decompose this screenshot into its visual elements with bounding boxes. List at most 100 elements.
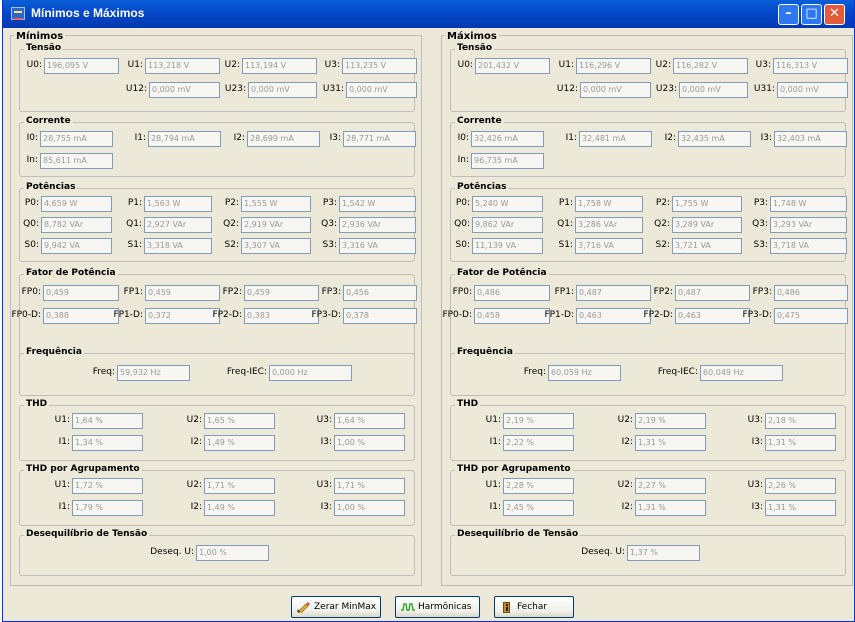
field-thdag-i2[interactable]: I2: 1,49 % — [191, 500, 275, 516]
field-i0[interactable]: I0: 28,755 mA — [27, 131, 113, 147]
field-freq-iec[interactable]: Freq-IEC: 0,000 Hz — [227, 365, 352, 381]
field-i1[interactable]: I1: 28,794 mA — [135, 131, 221, 147]
field-s0[interactable]: S0: 9,942 VA — [25, 238, 112, 254]
field-i2[interactable]: I2: 32,435 mA — [665, 131, 751, 147]
field-u3[interactable]: U3: 116,313 V — [756, 58, 848, 74]
field-value[interactable]: 32,403 mA — [774, 131, 847, 147]
field-value[interactable]: 1,00 % — [196, 545, 269, 561]
field-value[interactable]: 1,563 W — [144, 196, 212, 212]
field-thdag-u2[interactable]: U2: 1,71 % — [187, 478, 275, 494]
field-value[interactable]: 2,26 % — [765, 478, 836, 494]
field-value[interactable]: 2,27 % — [635, 478, 706, 494]
field-value[interactable]: 196,095 V — [44, 58, 119, 74]
field-thdag-u1[interactable]: U1: 2,28 % — [486, 478, 574, 494]
field-value[interactable]: 3,307 VA — [241, 238, 311, 254]
field-p1[interactable]: P1: 1,758 W — [559, 196, 643, 212]
field-fp0-d[interactable]: FP0-D: 0,458 — [442, 308, 550, 324]
field-freq-iec[interactable]: Freq-IEC: 60,049 Hz — [658, 365, 783, 381]
field-value[interactable]: 0,487 — [675, 285, 750, 301]
field-i3[interactable]: I3: 32,403 mA — [761, 131, 847, 147]
field-value[interactable]: 2,936 VAr — [339, 217, 416, 233]
close-button[interactable]: ✕ — [824, 4, 845, 25]
field-value[interactable]: 2,45 % — [503, 500, 574, 516]
field-thd-u1[interactable]: U1: 1,64 % — [55, 413, 143, 429]
field-u1[interactable]: U1: 116,296 V — [559, 58, 651, 74]
field-freq[interactable]: Freq: 60,059 Hz — [524, 365, 621, 381]
field-in[interactable]: In: 96,735 mA — [458, 153, 544, 169]
field-s1[interactable]: S1: 3,716 VA — [559, 238, 643, 254]
field-value[interactable]: 1,555 W — [241, 196, 311, 212]
field-value[interactable]: 1,65 % — [204, 413, 275, 429]
field-q2[interactable]: Q2: 2,919 VAr — [223, 217, 311, 233]
field-fp3[interactable]: FP3: 0,486 — [753, 285, 848, 301]
field-fp1[interactable]: FP1: 0,487 — [555, 285, 651, 301]
field-thdag-u3[interactable]: U3: 2,26 % — [748, 478, 836, 494]
field-value[interactable]: 3,286 VAr — [575, 217, 643, 233]
field-value[interactable]: 1,758 W — [575, 196, 643, 212]
field-value[interactable]: 28,794 mA — [148, 131, 221, 147]
title-bar[interactable]: Mínimos e Máximos – □ ✕ — [3, 0, 854, 28]
field-value[interactable]: 1,64 % — [334, 413, 405, 429]
field-i1[interactable]: I1: 32,481 mA — [566, 131, 652, 147]
field-value[interactable]: 1,64 % — [72, 413, 143, 429]
field-value[interactable]: 0,000 Hz — [269, 365, 352, 381]
field-thd-u2[interactable]: U2: 2,19 % — [618, 413, 706, 429]
field-value[interactable]: 2,22 % — [503, 435, 574, 451]
field-value[interactable]: 0,459 — [244, 285, 319, 301]
field-p2[interactable]: P2: 1,555 W — [225, 196, 311, 212]
field-value[interactable]: 0,372 — [145, 308, 220, 324]
field-value[interactable]: 0,378 — [343, 308, 417, 324]
field-value[interactable]: 1,31 % — [635, 435, 706, 451]
field-value[interactable]: 3,289 VAr — [672, 217, 742, 233]
field-value[interactable]: 32,426 mA — [471, 131, 544, 147]
field-fp3[interactable]: FP3: 0,456 — [322, 285, 417, 301]
field-value[interactable]: 32,481 mA — [579, 131, 652, 147]
field-i2[interactable]: I2: 28,699 mA — [234, 131, 320, 147]
field-p0[interactable]: P0: 4,659 W — [25, 196, 112, 212]
field-value[interactable]: 0,459 — [43, 285, 119, 301]
field-value[interactable]: 1,00 % — [334, 500, 405, 516]
field-value[interactable]: 0,458 — [474, 308, 550, 324]
field-value[interactable]: 9,942 VA — [41, 238, 112, 254]
field-fp0[interactable]: FP0: 0,459 — [22, 285, 119, 301]
field-value[interactable]: 1,34 % — [72, 435, 143, 451]
field-value[interactable]: 2,18 % — [765, 413, 836, 429]
field-value[interactable]: 3,316 VA — [339, 238, 416, 254]
field-fp2-d[interactable]: FP2-D: 0,383 — [212, 308, 319, 324]
field-thd-i1[interactable]: I1: 2,22 % — [490, 435, 574, 451]
field-value[interactable]: 3,293 VAr — [770, 217, 847, 233]
field-fp0[interactable]: FP0: 0,486 — [453, 285, 550, 301]
field-q1[interactable]: Q1: 3,286 VAr — [557, 217, 643, 233]
field-p0[interactable]: P0: 5,240 W — [456, 196, 543, 212]
field-thd-i3[interactable]: I3: 1,31 % — [752, 435, 836, 451]
field-value[interactable]: 28,699 mA — [247, 131, 320, 147]
field-value[interactable]: 1,79 % — [72, 500, 143, 516]
field-fp3-d[interactable]: FP3-D: 0,378 — [311, 308, 417, 324]
field-value[interactable]: 28,771 mA — [343, 131, 416, 147]
field-u2[interactable]: U2: 113,194 V — [225, 58, 317, 74]
field-q0[interactable]: Q0: 9,862 VAr — [454, 217, 543, 233]
field-q0[interactable]: Q0: 8,782 VAr — [23, 217, 112, 233]
field-value[interactable]: 1,31 % — [635, 500, 706, 516]
field-value[interactable]: 0,456 — [343, 285, 417, 301]
field-value[interactable]: 116,296 V — [576, 58, 651, 74]
field-p3[interactable]: P3: 1,748 W — [754, 196, 847, 212]
field-fp1[interactable]: FP1: 0,459 — [124, 285, 220, 301]
field-s3[interactable]: S3: 3,316 VA — [323, 238, 416, 254]
field-p2[interactable]: P2: 1,755 W — [656, 196, 742, 212]
field-value[interactable]: 60,049 Hz — [700, 365, 783, 381]
field-value[interactable]: 60,059 Hz — [548, 365, 621, 381]
field-value[interactable]: 116,313 V — [773, 58, 848, 74]
minimize-button[interactable]: – — [778, 4, 799, 25]
field-thd-i2[interactable]: I2: 1,31 % — [622, 435, 706, 451]
harmonicas-button[interactable]: Harmônicas — [395, 596, 480, 618]
field-value[interactable]: 0,459 — [145, 285, 220, 301]
field-value[interactable]: 5,240 W — [472, 196, 543, 212]
field-q3[interactable]: Q3: 2,936 VAr — [321, 217, 416, 233]
field-p1[interactable]: P1: 1,563 W — [128, 196, 212, 212]
field-value[interactable]: 0,000 mV — [346, 82, 417, 98]
field-value[interactable]: 3,716 VA — [575, 238, 643, 254]
field-value[interactable]: 1,49 % — [204, 435, 275, 451]
field-u12[interactable]: U12: 0,000 mV — [557, 82, 651, 98]
field-value[interactable]: 0,000 mV — [248, 82, 317, 98]
